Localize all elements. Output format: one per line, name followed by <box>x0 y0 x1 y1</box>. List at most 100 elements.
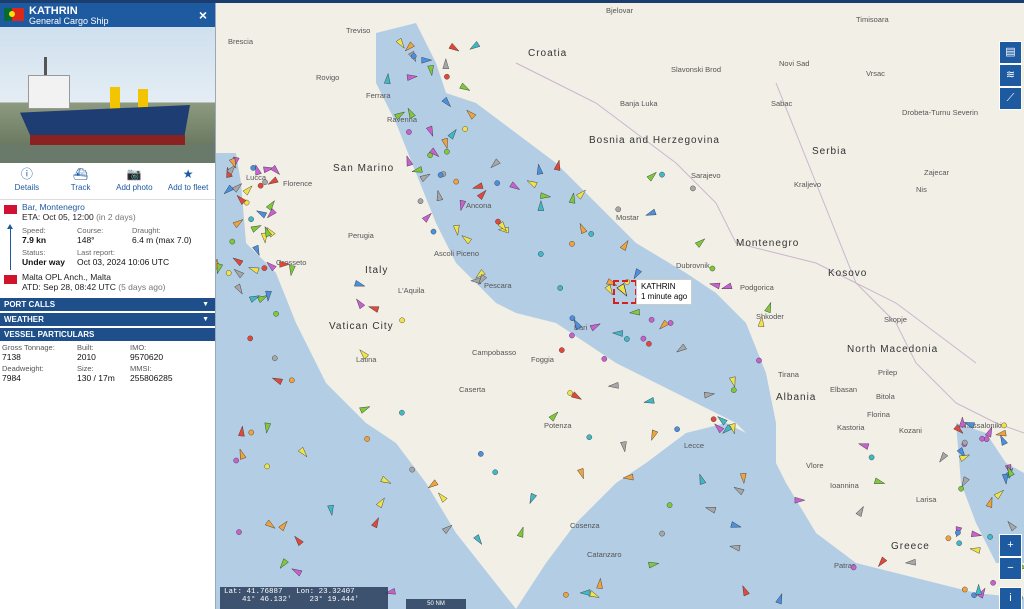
vessel-marker-icon[interactable] <box>984 426 994 438</box>
vessel-marker-icon[interactable] <box>569 332 575 339</box>
vessel-marker-icon[interactable] <box>955 529 961 536</box>
vessel-marker-icon[interactable] <box>1001 473 1009 485</box>
vessel-marker-icon[interactable] <box>495 218 501 225</box>
vessel-marker-icon[interactable] <box>969 546 981 554</box>
vessel-marker-icon[interactable] <box>569 240 575 247</box>
vessel-marker-icon[interactable] <box>371 516 381 529</box>
vessel-marker-icon[interactable] <box>970 530 983 539</box>
vessel-marker-icon[interactable] <box>468 41 481 51</box>
vessel-marker-icon[interactable] <box>620 441 627 453</box>
vessel-marker-icon[interactable] <box>850 564 857 571</box>
vessel-marker-icon[interactable] <box>1006 519 1017 532</box>
vessel-marker-icon[interactable] <box>437 172 444 178</box>
vessel-marker-icon[interactable] <box>403 41 415 53</box>
vessel-marker-icon[interactable] <box>611 330 623 337</box>
vessel-marker-icon[interactable] <box>447 128 459 140</box>
vessel-marker-icon[interactable] <box>395 37 407 50</box>
vessel-marker-icon[interactable] <box>731 387 737 393</box>
vessel-marker-icon[interactable] <box>589 321 602 332</box>
vessel-marker-icon[interactable] <box>248 216 254 222</box>
vessel-marker-icon[interactable] <box>535 163 544 175</box>
vessel-marker-icon[interactable] <box>516 526 526 538</box>
vessel-marker-icon[interactable] <box>410 53 417 60</box>
vessel-marker-icon[interactable] <box>406 129 412 135</box>
add-to-fleet-button[interactable]: ★ Add to fleet <box>161 163 215 199</box>
vessel-marker-icon[interactable] <box>868 454 875 461</box>
vessel-marker-icon[interactable] <box>232 217 245 229</box>
vessel-marker-icon[interactable] <box>756 357 762 364</box>
vessel-marker-icon[interactable] <box>558 347 565 353</box>
vessel-marker-icon[interactable] <box>367 304 380 313</box>
zoom-out-button[interactable]: − <box>999 557 1022 580</box>
vessel-marker-icon[interactable] <box>657 319 670 331</box>
departure-port[interactable]: Malta OPL Anch., Malta <box>22 272 215 282</box>
port-calls-section[interactable]: PORT CALLS ▼ <box>0 298 215 311</box>
vessel-marker-icon[interactable] <box>694 237 707 248</box>
vessel-marker-icon[interactable] <box>962 439 968 446</box>
vessel-marker-icon[interactable] <box>264 519 277 531</box>
vessel-marker-icon[interactable] <box>794 496 806 504</box>
vessel-marker-icon[interactable] <box>720 282 733 292</box>
vessel-marker-icon[interactable] <box>399 317 405 324</box>
vessel-marker-icon[interactable] <box>436 491 448 503</box>
vessel-marker-icon[interactable] <box>690 185 696 192</box>
vessel-marker-icon[interactable] <box>956 540 963 547</box>
vessel-marker-icon[interactable] <box>248 265 260 274</box>
vessel-marker-icon[interactable] <box>588 590 601 601</box>
vessel-marker-icon[interactable] <box>477 451 484 457</box>
vessel-marker-icon[interactable] <box>568 192 576 204</box>
vessel-marker-icon[interactable] <box>358 348 370 360</box>
vessel-marker-icon[interactable] <box>248 429 255 436</box>
vessel-marker-icon[interactable] <box>279 261 291 268</box>
vessel-marker-icon[interactable] <box>231 181 243 193</box>
vessel-marker-icon[interactable] <box>904 558 916 566</box>
vessel-marker-icon[interactable] <box>257 182 264 189</box>
measure-icon[interactable]: ⟋ <box>999 87 1022 110</box>
vessel-marker-icon[interactable] <box>489 158 501 170</box>
vessel-marker-icon[interactable] <box>264 463 270 470</box>
vessel-marker-icon[interactable] <box>236 529 242 535</box>
vessel-marker-icon[interactable] <box>615 206 622 213</box>
vessel-marker-icon[interactable] <box>624 336 630 342</box>
vessel-marker-icon[interactable] <box>278 519 290 532</box>
vessel-marker-icon[interactable] <box>873 477 886 487</box>
vessel-marker-icon[interactable] <box>394 109 406 121</box>
vessel-marker-icon[interactable] <box>265 199 277 211</box>
vessel-marker-icon[interactable] <box>399 409 405 416</box>
vessel-marker-icon[interactable] <box>601 356 608 362</box>
vessel-marker-icon[interactable] <box>648 316 655 323</box>
vessel-marker-icon[interactable] <box>733 485 745 496</box>
vessel-marker-icon[interactable] <box>958 485 964 492</box>
vessel-marker-icon[interactable] <box>876 556 888 569</box>
vessel-marker-icon[interactable] <box>667 320 674 326</box>
vessel-marker-icon[interactable] <box>526 178 538 189</box>
vessel-marker-icon[interactable] <box>857 441 870 450</box>
selected-vessel-target[interactable] <box>613 280 637 304</box>
vessel-marker-icon[interactable] <box>435 189 444 202</box>
vessel-marker-icon[interactable] <box>231 255 244 267</box>
vessel-marker-icon[interactable] <box>459 82 472 93</box>
vessel-marker-icon[interactable] <box>359 404 372 414</box>
vessel-marker-icon[interactable] <box>640 335 647 342</box>
add-photo-button[interactable]: 📷 Add photo <box>108 163 162 199</box>
vessel-marker-icon[interactable] <box>729 543 741 552</box>
vessel-marker-icon[interactable] <box>1001 422 1007 429</box>
vessel-marker-icon[interactable] <box>250 223 263 233</box>
vessel-marker-icon[interactable] <box>476 188 488 201</box>
vessel-marker-icon[interactable] <box>364 436 370 442</box>
vessel-marker-icon[interactable] <box>297 446 309 459</box>
vessel-marker-icon[interactable] <box>622 473 634 481</box>
vessel-marker-icon[interactable] <box>709 265 716 272</box>
vessel-marker-icon[interactable] <box>577 222 588 234</box>
vessel-marker-icon[interactable] <box>376 496 387 509</box>
vessel-marker-icon[interactable] <box>242 184 254 196</box>
vessel-marker-icon[interactable] <box>588 231 595 237</box>
vessel-marker-icon[interactable] <box>471 182 484 192</box>
vessel-marker-icon[interactable] <box>421 57 433 64</box>
zoom-in-button[interactable]: + <box>999 534 1022 557</box>
vessel-marker-icon[interactable] <box>666 502 673 508</box>
vessel-marker-icon[interactable] <box>421 211 433 223</box>
vessel-marker-icon[interactable] <box>252 244 262 257</box>
vessel-marker-icon[interactable] <box>262 179 268 185</box>
vessel-marker-icon[interactable] <box>233 457 240 464</box>
